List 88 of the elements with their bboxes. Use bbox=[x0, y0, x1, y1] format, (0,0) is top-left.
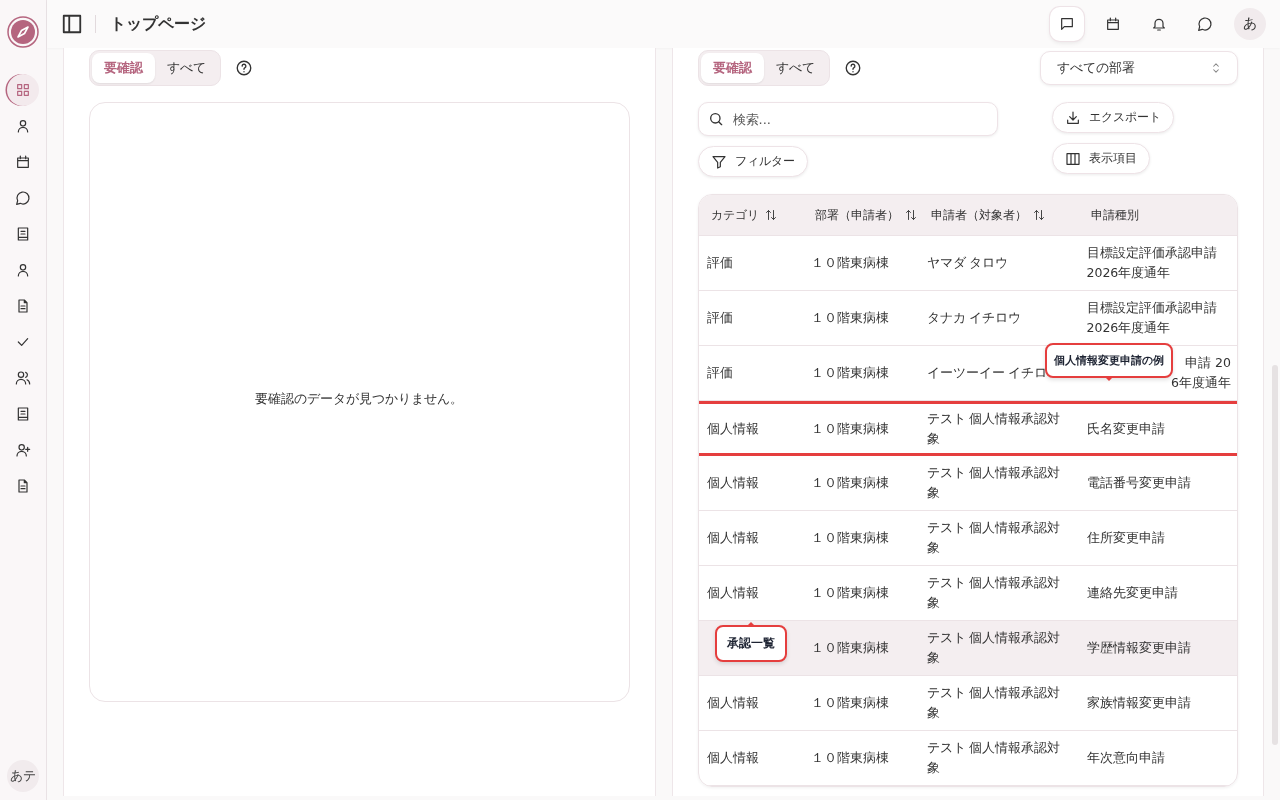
table-cell: 年次意向申請 bbox=[1086, 750, 1165, 765]
table-row[interactable]: 評価 １０階東病棟 ヤマダ タロウ 目標設定評価承認申請 2026年度通年 bbox=[698, 236, 1237, 291]
columns-icon bbox=[1064, 150, 1081, 167]
table-cell: １０階東病棟 bbox=[810, 475, 889, 490]
grid-icon bbox=[15, 82, 31, 98]
table-cell: テスト 個人情報承認対象 bbox=[926, 465, 1061, 500]
table-cell: １０階東病棟 bbox=[810, 585, 889, 600]
search-field[interactable]: 検索... bbox=[697, 102, 998, 136]
sidebar-toggle-icon[interactable] bbox=[61, 13, 83, 35]
table-cell: 申請 20 6年度通年 bbox=[1171, 355, 1231, 390]
document-icon bbox=[15, 478, 31, 494]
download-icon bbox=[1064, 109, 1081, 126]
search-icon bbox=[707, 111, 724, 127]
logo-icon bbox=[7, 16, 39, 48]
column-header[interactable]: カテゴリ bbox=[698, 206, 803, 224]
table-row[interactable]: 個人情報 １０階東病棟 テスト 個人情報承認対象 住所変更申請 bbox=[698, 511, 1237, 566]
column-header[interactable]: 申請種別 bbox=[1078, 206, 1237, 224]
header-icon-button[interactable] bbox=[1050, 7, 1084, 41]
filter-tab[interactable]: すべて bbox=[155, 53, 218, 83]
calendar-icon bbox=[1105, 16, 1121, 32]
table-row[interactable]: 個人情報 １０階東病棟 テスト 個人情報承認対象 家族情報変更申請 bbox=[698, 676, 1237, 731]
chat-icon bbox=[15, 190, 31, 206]
department-select[interactable]: すべての部署 bbox=[1040, 51, 1238, 85]
help-icon[interactable] bbox=[843, 59, 862, 77]
table-cell: テスト 個人情報承認対象 bbox=[926, 410, 1061, 446]
export-button[interactable]: エクスポート bbox=[1051, 102, 1174, 133]
table-cell: 個人情報 bbox=[706, 530, 759, 545]
table-cell: １０階東病棟 bbox=[810, 640, 889, 655]
sort-icon bbox=[764, 209, 777, 221]
table-cell: １０階東病棟 bbox=[810, 530, 889, 545]
column-header[interactable]: 申請者（対象者） bbox=[918, 206, 1079, 224]
table-cell: １０階東病棟 bbox=[810, 310, 889, 325]
table-cell: 個人情報 bbox=[706, 695, 759, 710]
table-cell: 個人情報 bbox=[706, 750, 759, 765]
column-header[interactable]: 部署（申請者） bbox=[802, 206, 919, 224]
user-icon bbox=[15, 262, 31, 278]
table-cell: 連絡先変更申請 bbox=[1086, 585, 1178, 600]
table-cell: ヤマダ タロウ bbox=[926, 255, 1009, 270]
table-cell: 学歴情報変更申請 bbox=[1086, 640, 1191, 655]
filter-button[interactable]: フィルター bbox=[697, 146, 808, 177]
table-cell: 電話番号変更申請 bbox=[1086, 475, 1191, 490]
table-cell: １０階東病棟 bbox=[810, 420, 889, 436]
table-cell: 個人情報 bbox=[706, 420, 759, 436]
table-cell: テスト 個人情報承認対象 bbox=[926, 685, 1061, 720]
table-cell: 評価 bbox=[706, 255, 733, 270]
table-cell: テスト 個人情報承認対象 bbox=[926, 630, 1061, 665]
message-icon bbox=[1059, 16, 1075, 32]
table-cell: テスト 個人情報承認対象 bbox=[926, 575, 1061, 610]
table-cell: 氏名変更申請 bbox=[1086, 420, 1165, 436]
sort-icon bbox=[904, 209, 917, 221]
users-icon bbox=[15, 370, 31, 386]
table-cell: １０階東病棟 bbox=[810, 255, 889, 270]
user-plus-icon bbox=[15, 442, 31, 458]
table-cell: 個人情報 bbox=[706, 475, 759, 490]
table-row[interactable]: 個人情報 １０階東病棟 テスト 個人情報承認対象 電話番号変更申請 bbox=[698, 456, 1237, 511]
table-cell: テスト 個人情報承認対象 bbox=[926, 520, 1061, 555]
table-cell: 家族情報変更申請 bbox=[1086, 695, 1191, 710]
page-title: トップページ bbox=[110, 13, 206, 35]
table-cell: 住所変更申請 bbox=[1086, 530, 1165, 545]
table-cell: 目標設定評価承認申請 2026年度通年 bbox=[1086, 245, 1217, 280]
table-cell: 評価 bbox=[706, 365, 733, 380]
table-cell: テスト 個人情報承認対象 bbox=[926, 740, 1061, 775]
table-cell: １０階東病棟 bbox=[810, 365, 889, 380]
empty-message: 要確認のデータが見つかりません。 bbox=[255, 390, 464, 408]
user-avatar[interactable]: あテ bbox=[7, 760, 39, 792]
chat-icon bbox=[1197, 16, 1213, 32]
table-cell: 目標設定評価承認申請 2026年度通年 bbox=[1086, 300, 1217, 335]
table-cell: 評価 bbox=[706, 310, 733, 325]
table-cell: 個人情報 bbox=[706, 585, 759, 600]
calendar-icon bbox=[15, 154, 31, 170]
book-icon bbox=[15, 406, 31, 422]
filter-tab[interactable]: 要確認 bbox=[700, 53, 764, 83]
sort-icon bbox=[1032, 209, 1045, 221]
document-icon bbox=[15, 298, 31, 314]
table-row[interactable]: 個人情報 １０階東病棟 テスト 個人情報承認対象 年次意向申請 bbox=[698, 731, 1237, 786]
table-cell: １０階東病棟 bbox=[810, 695, 889, 710]
table-cell: タナカ イチロウ bbox=[926, 310, 1022, 325]
user-icon bbox=[15, 118, 31, 134]
bell-icon bbox=[1151, 16, 1167, 32]
book-icon bbox=[15, 226, 31, 242]
columns-button[interactable]: 表示項目 bbox=[1051, 143, 1150, 174]
table-cell: １０階東病棟 bbox=[810, 750, 889, 765]
filter-icon bbox=[710, 153, 727, 170]
help-icon[interactable] bbox=[235, 59, 253, 77]
filter-tab[interactable]: 要確認 bbox=[92, 53, 155, 83]
filter-tab[interactable]: すべて bbox=[763, 53, 827, 83]
user-avatar[interactable]: あ bbox=[1234, 8, 1266, 40]
highlighted-table-row[interactable]: 個人情報 １０階東病棟 テスト 個人情報承認対象 氏名変更申請 bbox=[698, 401, 1237, 456]
